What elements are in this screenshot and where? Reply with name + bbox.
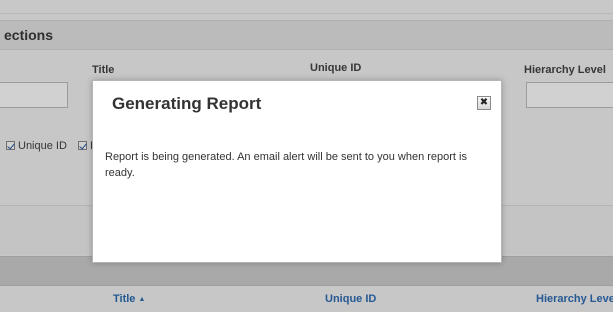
dialog-message: Report is being generated. An email aler… [105, 151, 467, 179]
dialog-title: Generating Report [112, 94, 262, 113]
close-icon[interactable]: ✖ [477, 96, 491, 110]
generating-report-dialog: Generating Report ✖ Report is being gene… [92, 80, 502, 263]
